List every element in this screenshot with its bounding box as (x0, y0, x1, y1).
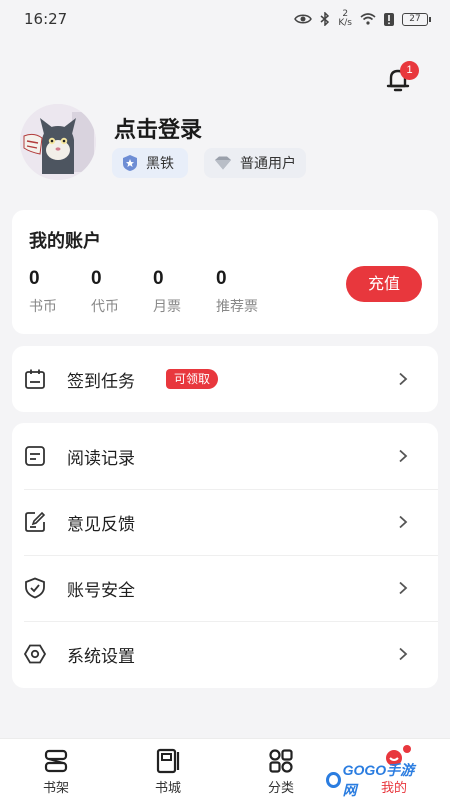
chevron-right-icon (399, 515, 408, 529)
menu-card: 阅读记录 意见反馈 账号安全 系统设置 (12, 423, 438, 688)
user-type-badge: 普通用户 (204, 148, 306, 178)
checkin-task-label: 签到任务 (67, 371, 135, 392)
category-icon (269, 749, 293, 773)
watermark-circle-icon (326, 772, 341, 788)
settings-icon (24, 644, 46, 664)
stat-recommend-tickets[interactable]: 0 推荐票 (216, 268, 258, 316)
account-title: 我的账户 (29, 231, 101, 252)
claimable-badge: 可领取 (166, 369, 219, 389)
chevron-right-icon (399, 449, 408, 463)
login-prompt[interactable]: 点击登录 (114, 112, 202, 144)
chevron-right-icon (399, 581, 408, 595)
nav-bookstore[interactable]: 书城 (128, 739, 208, 800)
chevron-right-icon (399, 372, 408, 386)
stat-monthly-tickets[interactable]: 0 月票 (153, 268, 181, 316)
account-card: 我的账户 0 书币 0 代币 0 月票 0 推荐票 充值 (12, 210, 438, 334)
status-icons: 2 K/s 27 (294, 9, 431, 28)
checkin-task-card[interactable]: 签到任务 可领取 (12, 346, 438, 412)
diamond-icon (215, 156, 231, 170)
eye-icon (294, 14, 313, 24)
status-bar: 16:27 2 K/s 27 (0, 0, 450, 38)
net-speed: 2 K/s (338, 9, 352, 28)
nav-category[interactable]: 分类 (241, 739, 321, 800)
alert-icon (384, 12, 394, 26)
level-badge: 黑铁 (112, 148, 188, 178)
menu-item-system-settings[interactable]: 系统设置 (12, 621, 438, 687)
battery-icon: 27 (402, 12, 431, 26)
bluetooth-icon (320, 12, 330, 26)
notification-badge: 1 (400, 61, 419, 80)
reading-record-icon (25, 446, 45, 466)
bookstore-icon (156, 748, 180, 774)
checkin-task-row[interactable]: 签到任务 可领取 (12, 346, 438, 412)
nav-notification-dot (403, 745, 411, 753)
menu-item-feedback[interactable]: 意见反馈 (12, 489, 438, 555)
menu-item-reading-record[interactable]: 阅读记录 (12, 423, 438, 489)
calendar-icon (25, 369, 45, 389)
watermark-logo: GOGO手游网 (326, 762, 416, 798)
chevron-right-icon (399, 647, 408, 661)
stat-book-coins[interactable]: 0 书币 (29, 268, 57, 316)
nav-bookshelf[interactable]: 书架 (16, 739, 96, 800)
avatar[interactable] (20, 104, 96, 180)
bookshelf-icon (44, 749, 68, 773)
status-time: 16:27 (24, 10, 68, 28)
shield-icon (25, 577, 45, 599)
rank-shield-icon (123, 155, 137, 171)
menu-item-account-security[interactable]: 账号安全 (12, 555, 438, 621)
recharge-button[interactable]: 充值 (346, 266, 422, 302)
cat-avatar-icon (20, 104, 96, 180)
feedback-icon (25, 511, 46, 532)
wifi-icon (360, 13, 376, 25)
stat-tokens[interactable]: 0 代币 (91, 268, 119, 316)
